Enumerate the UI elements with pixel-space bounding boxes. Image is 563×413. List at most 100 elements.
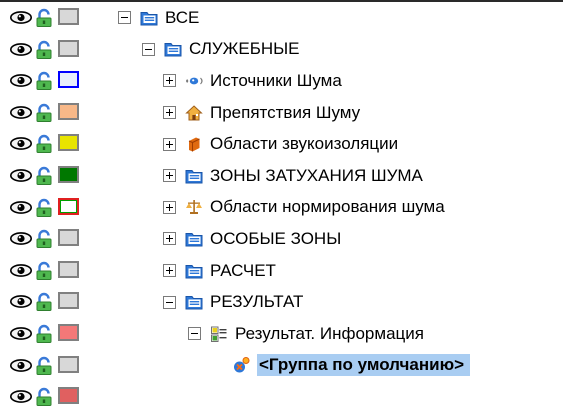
tree-node[interactable]: Области нормирования шума bbox=[163, 192, 449, 224]
tree-node-label[interactable]: СЛУЖЕБНЫЕ bbox=[189, 38, 304, 60]
tree-node[interactable]: Препятствия Шуму bbox=[163, 97, 364, 129]
layer-color-swatch[interactable] bbox=[58, 260, 79, 278]
tree-row-11[interactable]: <Группа по умолчанию> bbox=[0, 350, 563, 382]
tree-node-label[interactable]: Результат. Информация bbox=[235, 323, 428, 345]
layer-color-swatch[interactable] bbox=[58, 39, 79, 57]
tree-row-5[interactable]: ЗОНЫ ЗАТУХАНИЯ ШУМА bbox=[0, 160, 563, 192]
layer-color-swatch[interactable] bbox=[58, 292, 79, 310]
expand-plus-icon[interactable] bbox=[163, 264, 176, 278]
visibility-eye-icon[interactable] bbox=[10, 42, 32, 56]
visibility-eye-icon[interactable] bbox=[10, 263, 32, 277]
collapse-minus-icon[interactable] bbox=[118, 11, 131, 25]
scales-icon bbox=[186, 200, 202, 215]
visibility-eye-icon[interactable] bbox=[10, 390, 32, 404]
layer-color-swatch[interactable] bbox=[58, 134, 79, 152]
layer-color-swatch[interactable] bbox=[58, 197, 79, 215]
collapse-minus-icon[interactable] bbox=[188, 327, 201, 341]
expand-plus-icon[interactable] bbox=[163, 74, 176, 88]
tree-row-10[interactable]: Результат. Информация bbox=[0, 318, 563, 350]
tree-row-12[interactable] bbox=[0, 381, 563, 413]
tree-node[interactable]: ВСЕ bbox=[118, 2, 203, 34]
lock-icon[interactable] bbox=[35, 198, 53, 218]
lock-icon[interactable] bbox=[35, 40, 53, 60]
tree-node[interactable]: ЗОНЫ ЗАТУХАНИЯ ШУМА bbox=[163, 160, 427, 192]
tree-node-label[interactable]: <Группа по умолчанию> bbox=[257, 354, 471, 377]
tree-node[interactable]: <Группа по умолчанию> bbox=[210, 350, 471, 382]
tree-node-label[interactable]: РЕЗУЛЬТАТ bbox=[210, 291, 307, 313]
lock-icon[interactable] bbox=[35, 103, 53, 123]
tree-row-1[interactable]: СЛУЖЕБНЫЕ bbox=[0, 34, 563, 66]
expand-plus-icon[interactable] bbox=[163, 106, 176, 120]
lock-icon[interactable] bbox=[35, 261, 53, 281]
node-icon-slot bbox=[232, 356, 257, 374]
visibility-eye-icon[interactable] bbox=[10, 232, 32, 246]
node-icon-slot bbox=[185, 198, 210, 216]
expand-plus-icon[interactable] bbox=[163, 200, 176, 214]
tree-row-2[interactable]: Источники Шума bbox=[0, 65, 563, 97]
node-icon-slot bbox=[185, 72, 210, 90]
tree-node[interactable]: ОСОБЫЕ ЗОНЫ bbox=[163, 223, 345, 255]
lock-icon[interactable] bbox=[35, 71, 53, 91]
layer-color-swatch[interactable] bbox=[58, 229, 79, 247]
lock-icon[interactable] bbox=[35, 229, 53, 249]
lock-icon[interactable] bbox=[35, 292, 53, 312]
tree-node-label[interactable]: ВСЕ bbox=[165, 7, 203, 29]
collapse-minus-icon[interactable] bbox=[163, 295, 176, 309]
folder-icon bbox=[140, 11, 158, 26]
layer-color-swatch[interactable] bbox=[58, 355, 79, 373]
visibility-eye-icon[interactable] bbox=[10, 169, 32, 182]
node-icon-slot bbox=[210, 325, 235, 343]
lock-icon[interactable] bbox=[35, 387, 53, 407]
tree-row-6[interactable]: Области нормирования шума bbox=[0, 192, 563, 224]
layer-color-swatch[interactable] bbox=[58, 71, 79, 89]
tree-row-8[interactable]: РАСЧЕТ bbox=[0, 255, 563, 287]
lock-icon[interactable] bbox=[35, 356, 53, 376]
tree-node[interactable]: РЕЗУЛЬТАТ bbox=[163, 286, 307, 318]
lock-icon[interactable] bbox=[35, 166, 53, 186]
visibility-eye-icon[interactable] bbox=[10, 105, 32, 119]
layer-color-swatch[interactable] bbox=[58, 165, 79, 183]
tree-row-0[interactable]: ВСЕ bbox=[0, 2, 563, 34]
node-icon-slot bbox=[185, 104, 210, 122]
expand-plus-icon[interactable] bbox=[163, 169, 176, 183]
visibility-eye-icon[interactable] bbox=[10, 358, 32, 372]
tree-node-label[interactable]: ОСОБЫЕ ЗОНЫ bbox=[210, 228, 345, 250]
visibility-eye-icon[interactable] bbox=[10, 137, 32, 151]
noise-source-icon bbox=[185, 77, 203, 85]
tree-node-label[interactable]: Области звукоизоляции bbox=[210, 133, 402, 155]
layer-color-swatch[interactable] bbox=[58, 8, 79, 25]
tree-row-3[interactable]: Препятствия Шуму bbox=[0, 97, 563, 129]
tree-node[interactable]: Области звукоизоляции bbox=[163, 128, 402, 160]
lock-icon[interactable] bbox=[35, 324, 53, 344]
tree-row-4[interactable]: Области звукоизоляции bbox=[0, 128, 563, 160]
expand-plus-icon[interactable] bbox=[163, 232, 176, 246]
collapse-minus-icon[interactable] bbox=[142, 42, 155, 56]
tree-node-label[interactable]: Препятствия Шуму bbox=[210, 102, 364, 124]
folder-icon bbox=[185, 232, 203, 247]
layer-color-swatch[interactable] bbox=[58, 387, 79, 405]
tree-row-9[interactable]: РЕЗУЛЬТАТ bbox=[0, 286, 563, 318]
tree-node-label[interactable]: Области нормирования шума bbox=[210, 196, 449, 218]
visibility-eye-icon[interactable] bbox=[10, 200, 32, 214]
layer-color-swatch[interactable] bbox=[58, 102, 79, 120]
visibility-eye-icon[interactable] bbox=[10, 11, 32, 24]
visibility-eye-icon[interactable] bbox=[10, 74, 32, 88]
node-icon-slot bbox=[185, 230, 210, 248]
result-info-icon bbox=[211, 326, 227, 342]
tree-node-label[interactable]: РАСЧЕТ bbox=[210, 260, 280, 282]
lock-icon[interactable] bbox=[35, 134, 53, 154]
tree-node[interactable]: РАСЧЕТ bbox=[163, 255, 280, 287]
folder-icon bbox=[164, 43, 182, 57]
tree-node-label[interactable]: ЗОНЫ ЗАТУХАНИЯ ШУМА bbox=[210, 165, 427, 187]
visibility-eye-icon[interactable] bbox=[10, 327, 32, 340]
tree-row-7[interactable]: ОСОБЫЕ ЗОНЫ bbox=[0, 223, 563, 255]
default-group-icon bbox=[234, 357, 250, 373]
lock-icon[interactable] bbox=[35, 8, 53, 28]
tree-node[interactable]: СЛУЖЕБНЫЕ bbox=[142, 34, 304, 66]
tree-node[interactable]: Результат. Информация bbox=[188, 318, 428, 350]
tree-node[interactable]: Источники Шума bbox=[163, 65, 346, 97]
visibility-eye-icon[interactable] bbox=[10, 295, 32, 309]
tree-node-label[interactable]: Источники Шума bbox=[210, 70, 346, 92]
expand-plus-icon[interactable] bbox=[163, 137, 176, 151]
layer-color-swatch[interactable] bbox=[58, 323, 79, 341]
